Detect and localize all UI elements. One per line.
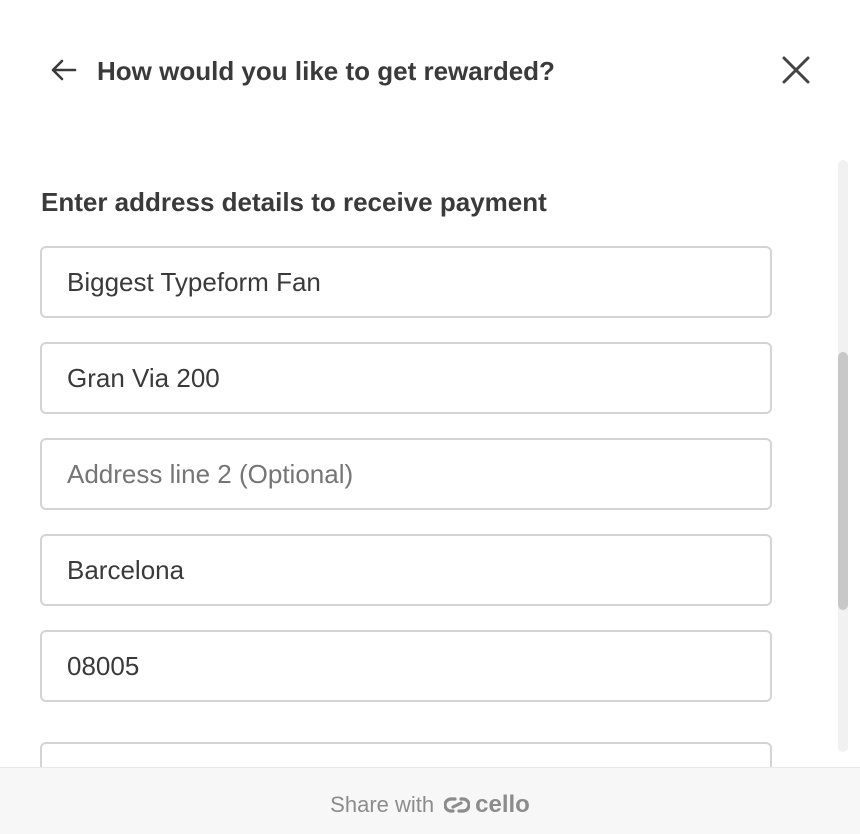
share-with-text: Share with xyxy=(330,792,435,817)
name-field[interactable] xyxy=(40,246,772,318)
dialog-header: How would you like to get rewarded? xyxy=(0,0,860,140)
dialog-title: How would you like to get rewarded? xyxy=(97,56,555,86)
cello-brand-name: cello xyxy=(475,791,530,818)
close-button[interactable] xyxy=(776,50,816,90)
address-line-1-field[interactable] xyxy=(40,342,772,414)
country-field[interactable] xyxy=(40,742,772,767)
cello-logo-icon xyxy=(444,795,471,815)
city-field[interactable] xyxy=(40,534,772,606)
scrollbar-track[interactable] xyxy=(838,160,848,752)
arrow-left-icon xyxy=(51,59,77,81)
footer: Share with cello xyxy=(0,767,860,834)
address-line-2-field[interactable] xyxy=(40,438,772,510)
form-scroll-area[interactable]: Enter address details to receive payment xyxy=(0,150,860,767)
scrollbar-thumb[interactable] xyxy=(838,352,848,610)
postal-code-field[interactable] xyxy=(40,630,772,702)
section-title: Enter address details to receive payment xyxy=(41,187,547,217)
close-icon xyxy=(782,56,810,84)
reward-dialog: How would you like to get rewarded? Ente… xyxy=(0,0,860,834)
back-button[interactable] xyxy=(46,54,80,86)
share-with-cello-link[interactable]: Share with cello xyxy=(330,791,530,819)
